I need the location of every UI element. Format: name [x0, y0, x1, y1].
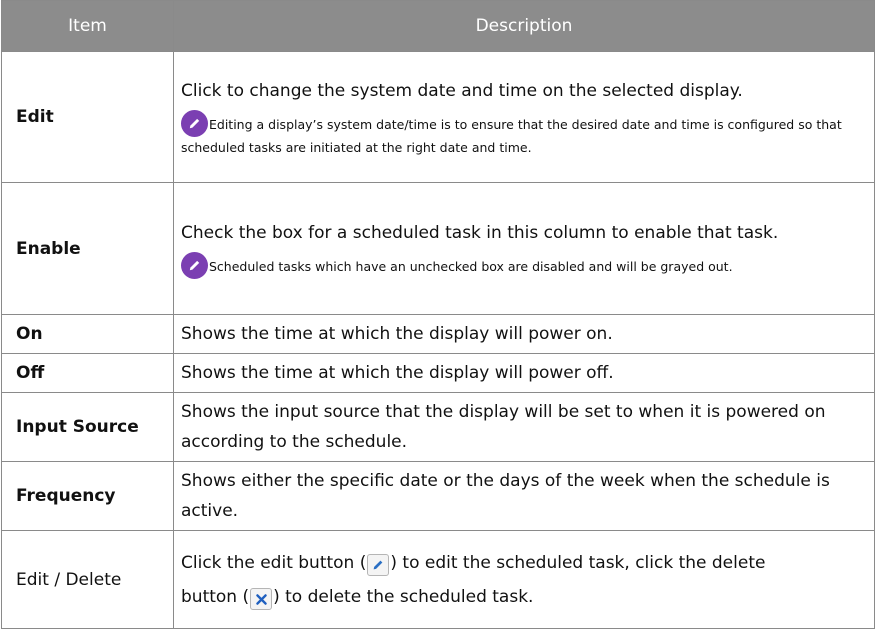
table-row: Frequency Shows either the specific date…	[1, 461, 875, 531]
note: Scheduled tasks which have an unchecked …	[181, 252, 866, 279]
table-row: On Shows the time at which the display w…	[1, 314, 875, 354]
item-cell: Off	[1, 353, 174, 393]
note: Editing a display’s system date/time is …	[181, 110, 866, 158]
description-text: Click to change the system date and time…	[181, 81, 743, 101]
pencil-note-icon	[181, 110, 208, 137]
description-text: Check the box for a scheduled task in th…	[181, 223, 779, 243]
item-cell: Edit / Delete	[1, 530, 174, 629]
note-text: Editing a display’s system date/time is …	[181, 117, 842, 155]
item-cell: Input Source	[1, 392, 174, 462]
description-cell: Shows the time at which the display will…	[173, 353, 875, 393]
description-cell: Shows the input source that the display …	[173, 392, 875, 462]
table-row: Input Source Shows the input source that…	[1, 392, 875, 462]
description-line-1: Click the edit button () to edit the sch…	[181, 548, 866, 578]
table-header-row: Item Description	[1, 0, 875, 52]
table-row: Off Shows the time at which the display …	[1, 353, 875, 393]
pencil-note-icon	[181, 252, 208, 279]
description-cell: Click the edit button () to edit the sch…	[173, 530, 875, 629]
note-text: Scheduled tasks which have an unchecked …	[209, 259, 733, 274]
close-icon	[250, 588, 273, 610]
table-row: Edit Click to change the system date and…	[1, 51, 875, 183]
description-cell: Check the box for a scheduled task in th…	[173, 182, 875, 315]
table-row: Enable Check the box for a scheduled tas…	[1, 182, 875, 315]
description-cell: Shows the time at which the display will…	[173, 314, 875, 354]
table-row: Edit / Delete Click the edit button () t…	[1, 530, 875, 629]
item-cell: Edit	[1, 51, 174, 183]
description-table: Item Description Edit Click to change th…	[1, 0, 875, 629]
description-cell: Shows either the specific date or the da…	[173, 461, 875, 531]
header-description: Description	[173, 0, 875, 52]
item-cell: On	[1, 314, 174, 354]
pencil-icon	[367, 553, 390, 576]
header-item: Item	[1, 0, 174, 52]
item-cell: Enable	[1, 182, 174, 315]
description-line-2: button () to delete the scheduled task.	[181, 582, 866, 612]
description-cell: Click to change the system date and time…	[173, 51, 875, 183]
item-cell: Frequency	[1, 461, 174, 531]
